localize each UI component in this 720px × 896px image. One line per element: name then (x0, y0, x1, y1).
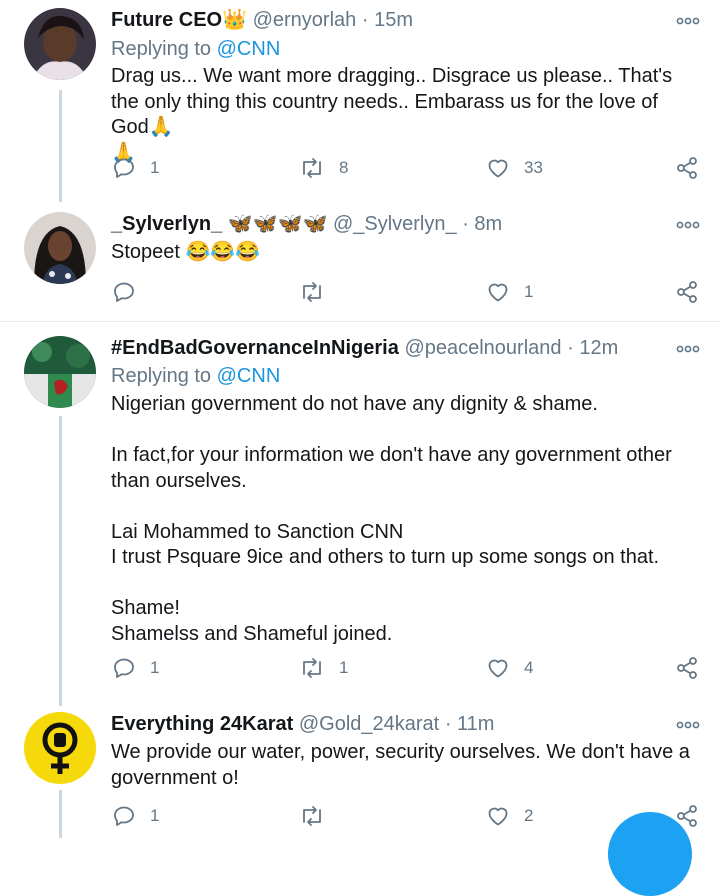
like-count: 2 (524, 806, 534, 825)
retweet-count: 8 (339, 158, 349, 177)
crown-emoji: 👑 (222, 9, 248, 31)
reply-count: 1 (150, 806, 160, 825)
tweet-text-content: We provide our water, power, security ou… (111, 741, 696, 789)
reply-count: 1 (150, 158, 160, 177)
tweet-header: Everything 24Karat @Gold_24karat · 11m (111, 712, 494, 736)
tweet-header: _Sylverlyn_ 🦋🦋🦋🦋 @_Sylverlyn_ · 8m (111, 212, 502, 236)
heart-icon (488, 659, 508, 678)
tweet-text-content: Drag us... We want more dragging.. Disgr… (111, 65, 673, 164)
more-options-icon[interactable] (676, 14, 700, 26)
retweet-button[interactable]: 8 (299, 156, 348, 180)
retweet-button[interactable]: 1 (299, 656, 348, 680)
retweet-icon (303, 158, 321, 178)
retweet-button[interactable] (299, 280, 339, 304)
share-icon (677, 657, 697, 679)
avatar[interactable] (24, 336, 96, 408)
compose-tweet-button[interactable] (608, 812, 692, 896)
mention-link[interactable]: @CNN (217, 365, 281, 387)
retweet-button[interactable] (299, 804, 339, 828)
tweet-text: Drag us... We want more dragging.. Disgr… (111, 64, 701, 166)
like-button[interactable]: 1 (486, 280, 533, 304)
tweet-text: Nigerian government do not have any dign… (111, 392, 701, 647)
more-options-icon[interactable] (676, 718, 700, 730)
author-name[interactable]: #EndBadGovernanceInNigeria (111, 337, 399, 359)
heart-icon (488, 159, 508, 178)
thread-line (59, 790, 62, 838)
replying-to: Replying to @CNN (111, 364, 280, 388)
separator: · (444, 713, 452, 735)
like-button[interactable]: 4 (486, 656, 533, 680)
timestamp[interactable]: 12m (579, 337, 618, 359)
author-handle[interactable]: @ernyorlah (253, 9, 357, 31)
share-button[interactable] (675, 656, 699, 680)
share-icon (677, 157, 697, 179)
reply-icon (114, 282, 134, 302)
like-button[interactable]: 2 (486, 804, 533, 828)
avatar[interactable] (24, 8, 96, 80)
like-button[interactable]: 33 (486, 156, 543, 180)
retweet-icon (303, 658, 321, 678)
timestamp[interactable]: 8m (474, 213, 502, 235)
reply-button[interactable]: 1 (112, 804, 159, 828)
reply-button[interactable]: 1 (112, 656, 159, 680)
retweet-icon (303, 282, 321, 302)
tweet-header: Future CEO👑 @ernyorlah · 15m (111, 8, 413, 32)
author-name[interactable]: Everything 24Karat (111, 713, 293, 735)
tweet-text-content: Nigerian government do not have any dign… (111, 393, 672, 645)
share-button[interactable] (675, 156, 699, 180)
author-name[interactable]: Future CEO (111, 9, 222, 31)
author-handle[interactable]: @peacelnourland (404, 337, 561, 359)
like-count: 33 (524, 158, 543, 177)
retweet-count: 1 (339, 658, 349, 677)
author-handle[interactable]: @_Sylverlyn_ (333, 213, 457, 235)
thread-line (59, 90, 62, 202)
reply-button[interactable] (112, 280, 150, 304)
reply-icon (114, 658, 134, 678)
tweet-text-content: Stopeet 😂😂😂 (111, 241, 261, 263)
separator: · (567, 337, 574, 359)
reply-count: 1 (150, 658, 160, 677)
mention-link[interactable]: @CNN (217, 38, 281, 60)
share-button[interactable] (675, 280, 699, 304)
reply-button[interactable]: 1 (112, 156, 159, 180)
reply-icon (114, 806, 134, 826)
more-options-icon[interactable] (676, 218, 700, 230)
author-handle[interactable]: @Gold_24karat (299, 713, 439, 735)
tweet-header: #EndBadGovernanceInNigeria @peacelnourla… (111, 336, 618, 360)
retweet-icon (303, 806, 321, 826)
share-icon (677, 281, 697, 303)
more-options-icon[interactable] (676, 342, 700, 354)
replying-label: Replying to (111, 365, 212, 387)
butterfly-emoji: 🦋🦋🦋🦋 (227, 213, 328, 235)
timestamp[interactable]: 11m (457, 713, 494, 735)
like-count: 1 (524, 282, 534, 301)
reply-icon (114, 158, 134, 178)
replying-label: Replying to (111, 38, 212, 60)
avatar[interactable] (24, 212, 96, 284)
like-count: 4 (524, 658, 534, 677)
replying-to: Replying to @CNN (111, 37, 280, 61)
separator: · (462, 213, 469, 235)
heart-icon (488, 807, 508, 826)
thread-line (59, 416, 62, 706)
separator: · (361, 9, 369, 31)
tweet-text: Stopeet 😂😂😂 (111, 240, 701, 266)
timestamp[interactable]: 15m (374, 9, 413, 31)
tweet-divider (0, 321, 720, 322)
heart-icon (488, 283, 508, 302)
avatar[interactable] (24, 712, 96, 784)
author-name[interactable]: _Sylverlyn_ (111, 213, 222, 235)
tweet-text: We provide our water, power, security ou… (111, 740, 701, 791)
